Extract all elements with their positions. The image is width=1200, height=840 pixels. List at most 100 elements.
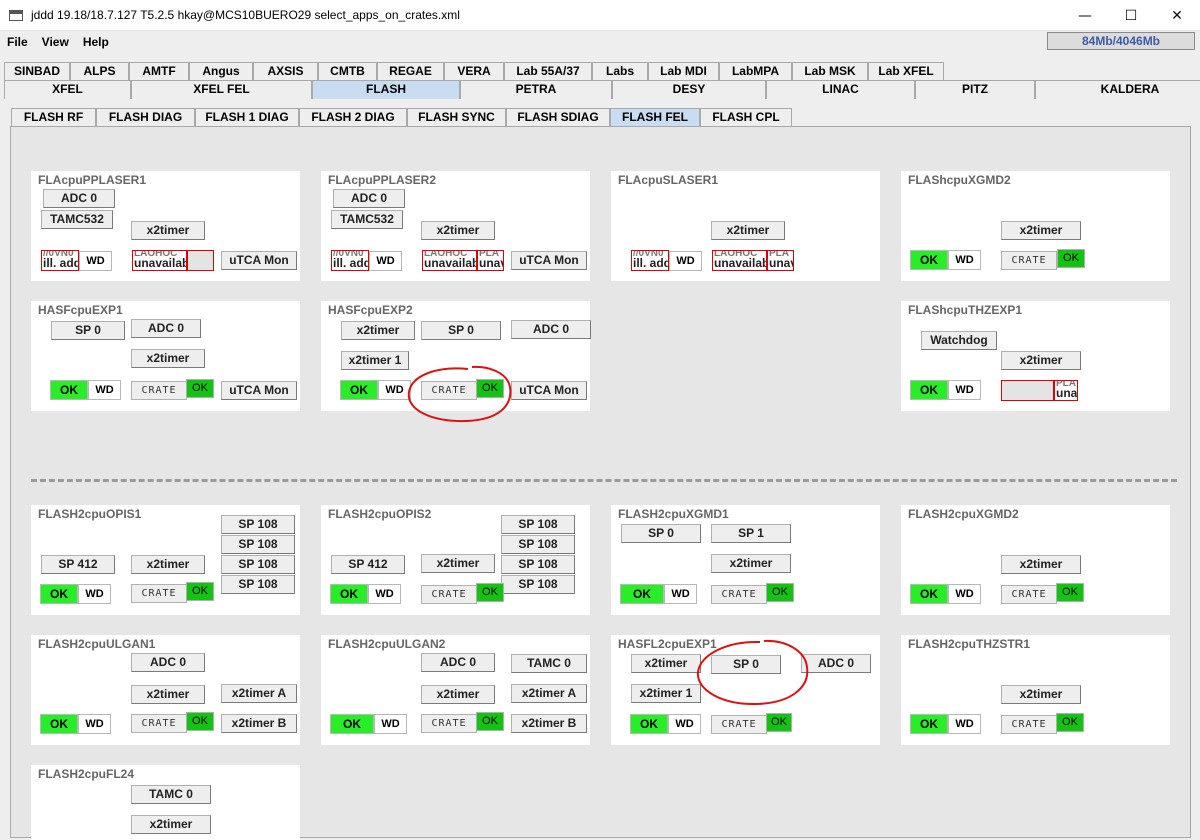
menu-file[interactable]: File xyxy=(0,35,35,49)
minimize-button[interactable]: — xyxy=(1062,0,1108,31)
tab-sinbad[interactable]: SINBAD xyxy=(4,62,70,81)
x2timer-button[interactable]: x2timer xyxy=(711,221,785,240)
crate-button[interactable]: CRATE xyxy=(421,381,477,400)
adc0-button[interactable]: ADC 0 xyxy=(43,189,115,208)
tab-lab-mdi[interactable]: Lab MDI xyxy=(648,62,719,81)
sp412-button[interactable]: SP 412 xyxy=(41,555,115,574)
tab-desy[interactable]: DESY xyxy=(612,80,766,99)
tab-flash-cpl[interactable]: FLASH CPL xyxy=(700,108,792,127)
tab-flash-rf[interactable]: FLASH RF xyxy=(11,108,96,127)
x2timer-button[interactable]: x2timer xyxy=(631,654,701,673)
sp108-button[interactable]: SP 108 xyxy=(221,555,295,574)
x2timer-button[interactable]: x2timer xyxy=(131,815,211,834)
sp108-button[interactable]: SP 108 xyxy=(501,555,575,574)
adc0-button[interactable]: ADC 0 xyxy=(131,319,201,338)
x2timer-button[interactable]: x2timer xyxy=(711,554,791,573)
tab-flash-2-diag[interactable]: FLASH 2 DIAG xyxy=(299,108,407,127)
tab-flash-fel[interactable]: FLASH FEL xyxy=(610,108,700,127)
utca-mon-button[interactable]: uTCA Mon xyxy=(221,381,297,400)
tab-flash-sync[interactable]: FLASH SYNC xyxy=(407,108,506,127)
sp0-button[interactable]: SP 0 xyxy=(711,655,781,674)
sp108-button[interactable]: SP 108 xyxy=(221,535,295,554)
x2timer-button[interactable]: x2timer xyxy=(131,349,205,368)
x2timer-button[interactable]: x2timer xyxy=(421,685,495,704)
tab-pitz[interactable]: PITZ xyxy=(915,80,1035,99)
adc0-button[interactable]: ADC 0 xyxy=(511,320,591,339)
crate-button[interactable]: CRATE xyxy=(1001,715,1057,734)
x2timer-button[interactable]: x2timer xyxy=(421,221,495,240)
sp1-button[interactable]: SP 1 xyxy=(711,524,791,543)
sp0-button[interactable]: SP 0 xyxy=(621,524,701,543)
x2timer-button[interactable]: x2timer xyxy=(131,221,205,240)
tab-lab55a37[interactable]: Lab 55A/37 xyxy=(504,62,592,81)
tab-lab-xfel[interactable]: Lab XFEL xyxy=(868,62,944,81)
tab-petra[interactable]: PETRA xyxy=(460,80,612,99)
adc0-button[interactable]: ADC 0 xyxy=(333,189,405,208)
tab-regae[interactable]: REGAE xyxy=(377,62,444,81)
crate-button[interactable]: CRATE xyxy=(711,585,767,604)
crate-button[interactable]: CRATE xyxy=(421,585,477,604)
crate-button[interactable]: CRATE xyxy=(421,714,477,733)
tab-amtf[interactable]: AMTF xyxy=(129,62,189,81)
tab-xfel[interactable]: XFEL xyxy=(4,80,131,99)
x2timer-button[interactable]: x2timer xyxy=(131,685,205,704)
tab-angus[interactable]: Angus xyxy=(189,62,253,81)
adc0-button[interactable]: ADC 0 xyxy=(421,653,495,672)
crate-button[interactable]: CRATE xyxy=(131,381,187,400)
x2timer-button[interactable]: x2timer xyxy=(1001,351,1081,370)
x2timer-b-button[interactable]: x2timer B xyxy=(511,714,587,733)
crate-button[interactable]: CRATE xyxy=(131,584,187,603)
x2timer1-button[interactable]: x2timer 1 xyxy=(341,351,409,370)
tab-linac[interactable]: LINAC xyxy=(766,80,915,99)
x2timer-button[interactable]: x2timer xyxy=(341,321,415,340)
tab-labs[interactable]: Labs xyxy=(592,62,648,81)
adc0-button[interactable]: ADC 0 xyxy=(801,654,871,673)
tab-xfel-fel[interactable]: XFEL FEL xyxy=(131,80,312,99)
sp108-button[interactable]: SP 108 xyxy=(501,515,575,534)
sp0-button[interactable]: SP 0 xyxy=(51,321,125,340)
crate-button[interactable]: CRATE xyxy=(131,714,187,733)
sp108-button[interactable]: SP 108 xyxy=(221,515,295,534)
tab-axsis[interactable]: AXSIS xyxy=(253,62,318,81)
sp108-button[interactable]: SP 108 xyxy=(501,575,575,594)
tab-flash-1-diag[interactable]: FLASH 1 DIAG xyxy=(195,108,299,127)
x2timer-a-button[interactable]: x2timer A xyxy=(221,684,297,703)
tab-flash[interactable]: FLASH xyxy=(312,80,460,99)
sp0-button[interactable]: SP 0 xyxy=(421,321,501,340)
tab-vera[interactable]: VERA xyxy=(444,62,504,81)
adc0-button[interactable]: ADC 0 xyxy=(131,653,205,672)
tab-alps[interactable]: ALPS xyxy=(70,62,129,81)
crate-button[interactable]: CRATE xyxy=(1001,585,1057,604)
sp108-button[interactable]: SP 108 xyxy=(221,575,295,594)
tab-kaldera[interactable]: KALDERA xyxy=(1035,80,1200,99)
x2timer-button[interactable]: x2timer xyxy=(1001,221,1081,240)
tab-flash-diag[interactable]: FLASH DIAG xyxy=(96,108,195,127)
sp412-button[interactable]: SP 412 xyxy=(331,555,405,574)
x2timer1-button[interactable]: x2timer 1 xyxy=(631,684,701,703)
crate-button[interactable]: CRATE xyxy=(1001,251,1057,270)
utca-mon-button[interactable]: uTCA Mon xyxy=(511,251,587,270)
crate-button[interactable]: CRATE xyxy=(711,715,767,734)
x2timer-a-button[interactable]: x2timer A xyxy=(511,684,587,703)
tab-labmpa[interactable]: LabMPA xyxy=(719,62,792,81)
x2timer-button[interactable]: x2timer xyxy=(131,555,205,574)
menu-view[interactable]: View xyxy=(35,35,76,49)
x2timer-button[interactable]: x2timer xyxy=(421,554,495,573)
watchdog-button[interactable]: Watchdog xyxy=(921,331,997,350)
utca-mon-button[interactable]: uTCA Mon xyxy=(511,381,587,400)
sp108-button[interactable]: SP 108 xyxy=(501,535,575,554)
tamc532-button[interactable]: TAMC532 xyxy=(41,210,113,229)
x2timer-button[interactable]: x2timer xyxy=(1001,555,1081,574)
utca-mon-button[interactable]: uTCA Mon xyxy=(221,251,297,270)
tab-lab-msk[interactable]: Lab MSK xyxy=(792,62,868,81)
tamc0-button[interactable]: TAMC 0 xyxy=(131,785,211,804)
close-button[interactable]: ✕ xyxy=(1154,0,1200,31)
menu-help[interactable]: Help xyxy=(76,35,116,49)
tamc532-button[interactable]: TAMC532 xyxy=(331,210,403,229)
tamc0-button[interactable]: TAMC 0 xyxy=(511,654,587,673)
x2timer-b-button[interactable]: x2timer B xyxy=(221,714,297,733)
maximize-button[interactable]: ☐ xyxy=(1108,0,1154,31)
x2timer-button[interactable]: x2timer xyxy=(1001,685,1081,704)
memory-indicator[interactable]: 84Mb/4046Mb xyxy=(1047,32,1195,50)
tab-cmtb[interactable]: CMTB xyxy=(318,62,377,81)
